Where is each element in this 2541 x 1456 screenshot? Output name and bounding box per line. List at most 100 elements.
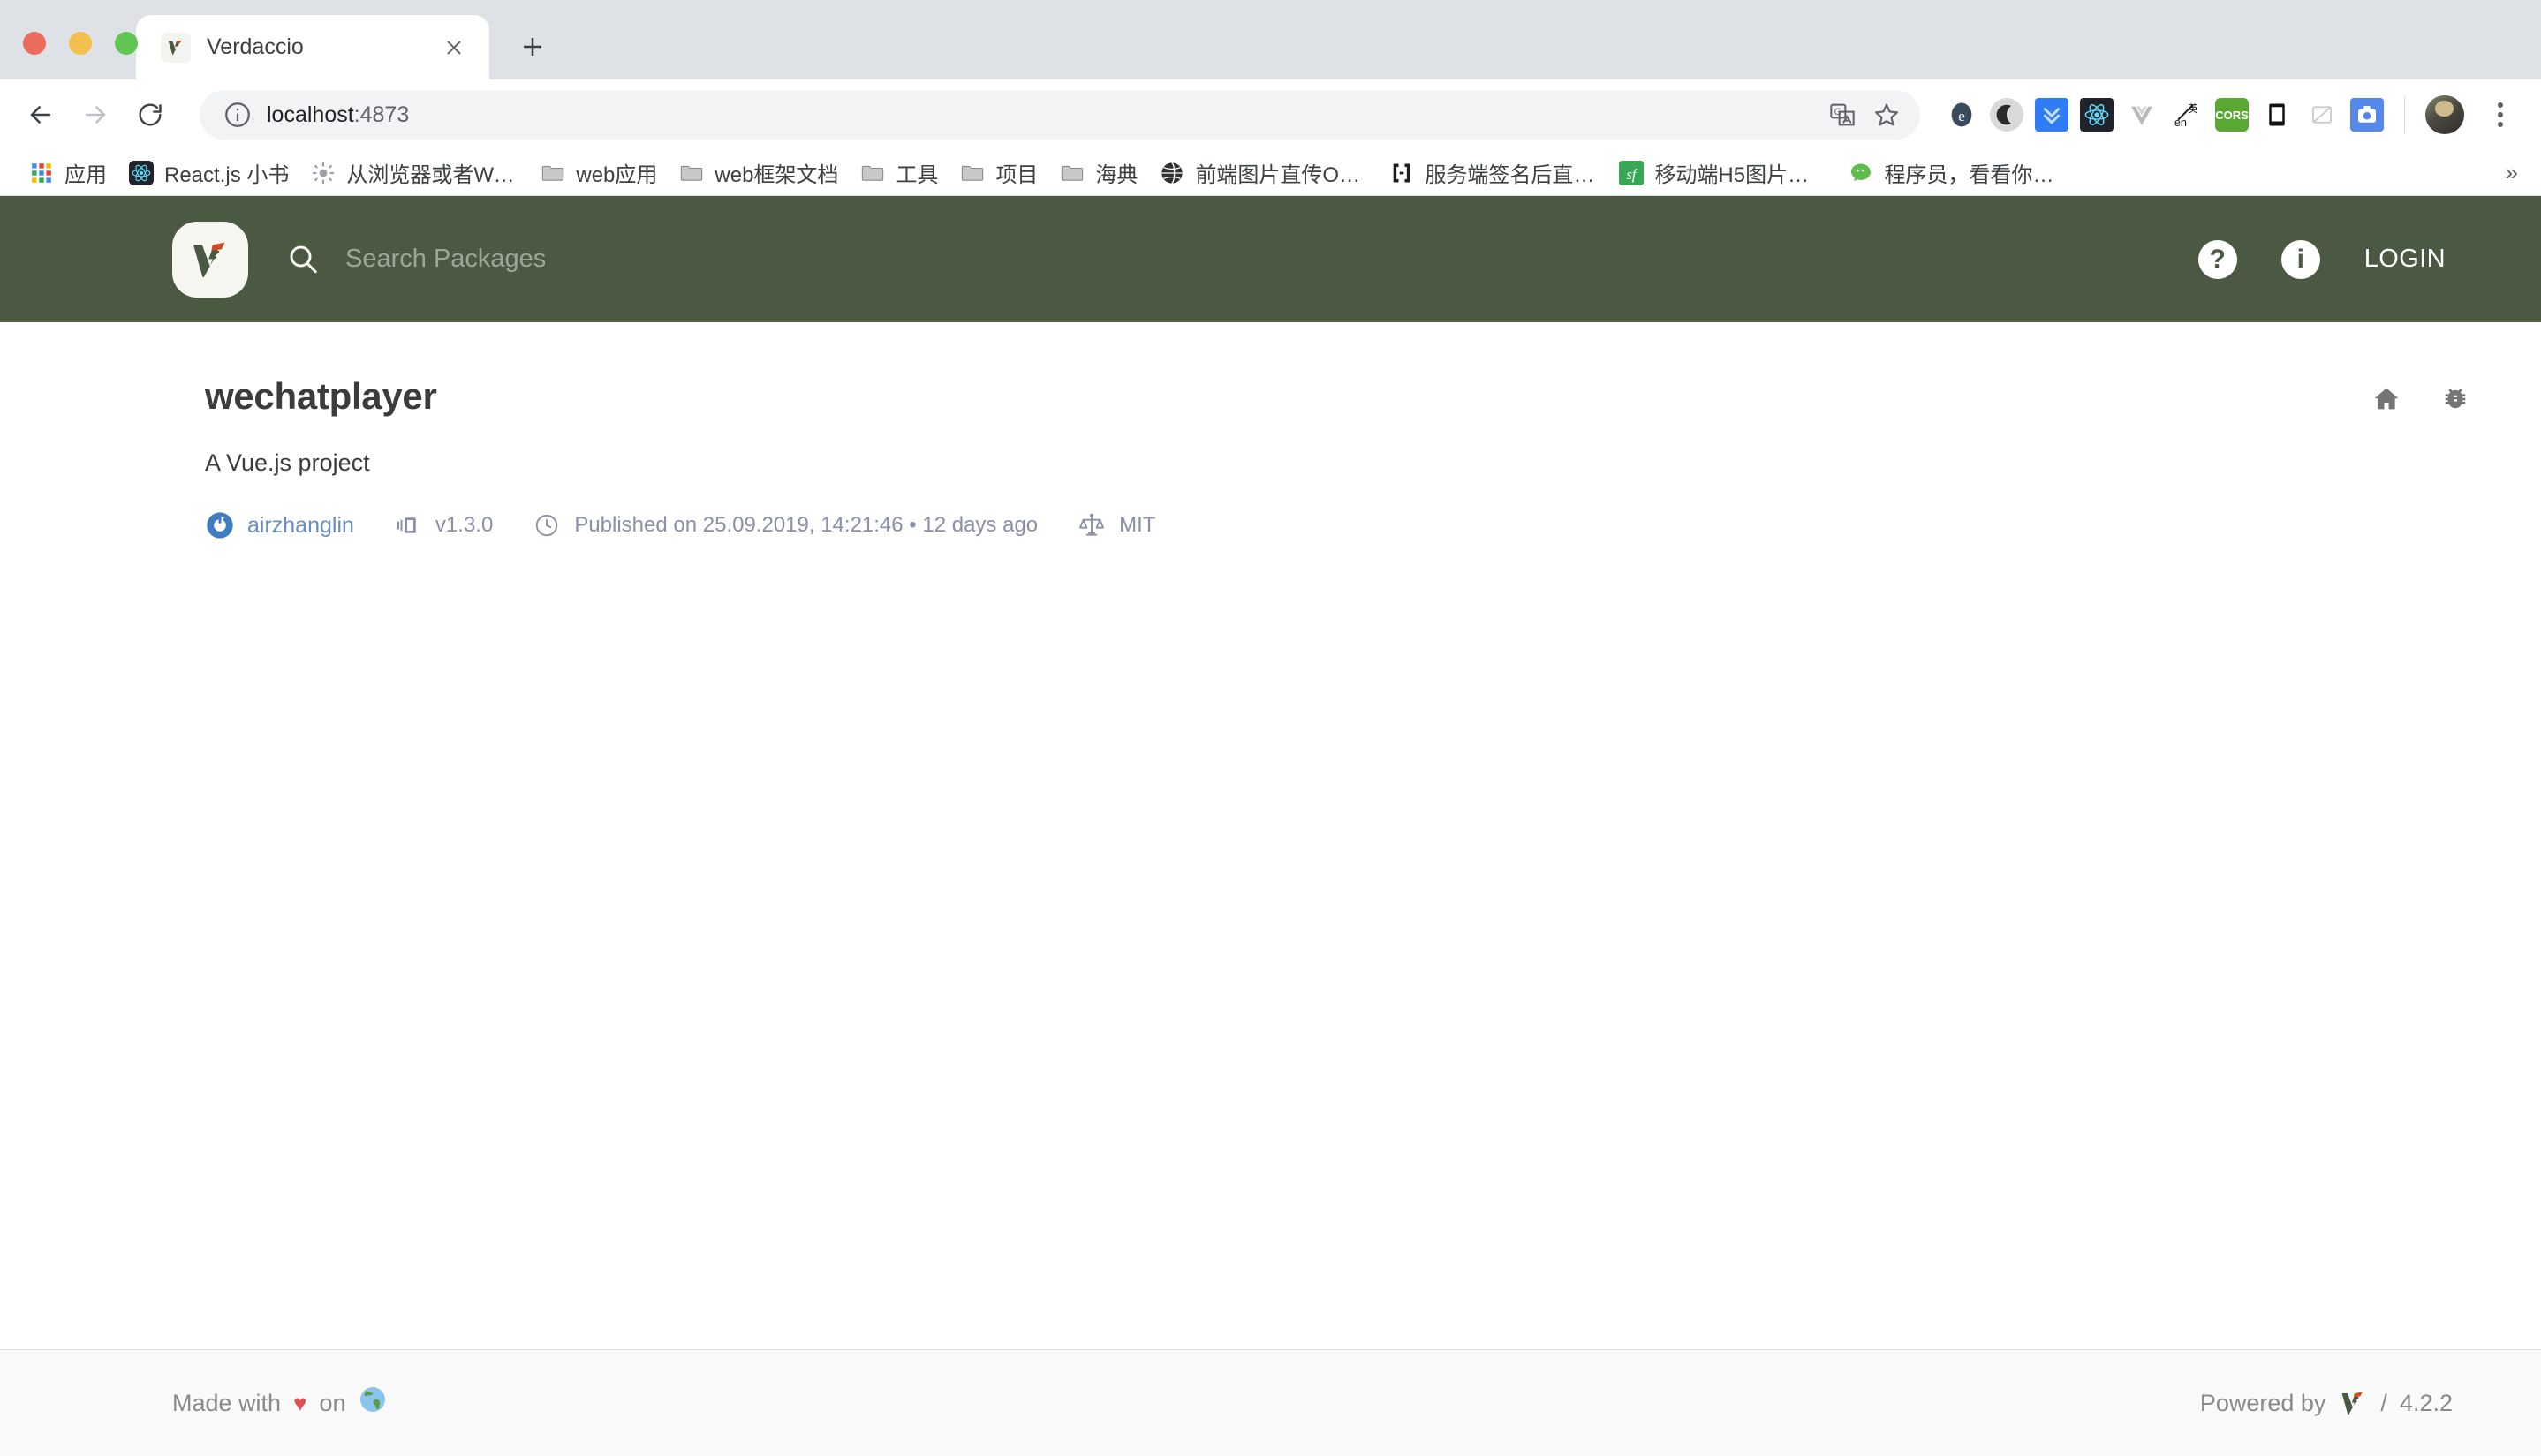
package-title: wechatplayer xyxy=(205,375,437,417)
bookmark-item-programmer[interactable]: 程序员，看看你的... xyxy=(1837,152,2067,193)
browser-toolbar: localhost:4873 G e 英 en CORS xyxy=(0,79,2541,150)
code-icon xyxy=(1388,160,1415,186)
search-input[interactable] xyxy=(345,245,2198,274)
footer-powered-by: Powered by / 4.2.2 xyxy=(2200,1388,2453,1418)
sun-icon xyxy=(310,160,337,186)
meta-version: v1.3.0 xyxy=(393,510,493,540)
apps-grid-icon xyxy=(28,160,55,186)
help-icon[interactable]: ? xyxy=(2197,239,2237,279)
bookmark-item-tools[interactable]: 工具 xyxy=(849,152,949,193)
powered-by-text: Powered by xyxy=(2199,1389,2326,1416)
meta-license: MIT xyxy=(1077,510,1155,540)
page-content: ? i LOGIN wechatplayer A Vue.js project xyxy=(0,196,2541,1456)
tab-close-icon[interactable] xyxy=(438,32,470,64)
back-button[interactable] xyxy=(16,90,65,140)
verdaccio-logo-icon xyxy=(2338,1388,2368,1418)
version-text: v1.3.0 xyxy=(435,513,494,537)
translate-icon[interactable]: G xyxy=(1826,99,1858,131)
wechat-icon xyxy=(1848,160,1874,186)
meta-published: Published on 25.09.2019, 14:21:46 • 12 d… xyxy=(532,510,1038,540)
app-header: ? i LOGIN xyxy=(0,196,2541,322)
folder-icon xyxy=(959,160,986,186)
url-host: localhost xyxy=(267,102,354,127)
bookmark-item-h5-image-upload[interactable]: sf 移动端H5图片上传... xyxy=(1607,152,1837,193)
screenshot-disabled-extension-icon[interactable] xyxy=(2305,98,2339,132)
profile-avatar[interactable] xyxy=(2425,95,2464,134)
reload-button[interactable] xyxy=(125,90,175,140)
globe-icon xyxy=(1159,160,1185,186)
forward-button[interactable] xyxy=(71,90,120,140)
published-text: Published on 25.09.2019, 14:21:46 • 12 d… xyxy=(574,513,1039,537)
camera-capture-extension-icon[interactable] xyxy=(2350,98,2384,132)
header-actions: ? i LOGIN xyxy=(2197,239,2506,279)
info-icon[interactable]: i xyxy=(2280,239,2320,279)
bookmark-item-haidian[interactable]: 海典 xyxy=(1048,152,1148,193)
browser-window: Verdaccio localhost:4873 G e 英 en CORS 应… xyxy=(0,0,2541,1456)
bookmark-label: 移动端H5图片上传... xyxy=(1654,163,1827,187)
folder-icon xyxy=(859,160,886,186)
bookmarks-overflow-button[interactable]: » xyxy=(2497,159,2527,186)
bookmark-item-browser-web[interactable]: 从浏览器或者Web... xyxy=(299,152,529,193)
cors-extension-icon[interactable]: CORS xyxy=(2215,98,2249,132)
window-traffic-lights xyxy=(23,32,138,55)
login-button[interactable]: LOGIN xyxy=(2364,245,2446,274)
mobile-view-extension-icon[interactable] xyxy=(2260,98,2294,132)
toolbar-divider xyxy=(2404,96,2405,133)
bookmark-item-projects[interactable]: 项目 xyxy=(949,152,1048,193)
sf-icon: sf xyxy=(1618,160,1645,186)
bookmark-label: 应用 xyxy=(64,163,107,187)
evernote-extension-icon[interactable]: e xyxy=(1945,98,1978,132)
globe-icon xyxy=(359,1385,387,1421)
bug-icon[interactable] xyxy=(2440,384,2470,414)
window-maximize-button[interactable] xyxy=(115,32,138,55)
bookmark-item-web-framework-docs[interactable]: web框架文档 xyxy=(668,152,849,193)
folder-icon xyxy=(678,160,705,186)
bookmark-label: 工具 xyxy=(896,163,939,187)
bookmark-star-icon[interactable] xyxy=(1871,99,1902,131)
package-metadata: airzhanglin v1.3.0 Published on 25.09.20… xyxy=(205,510,2371,540)
bookmark-label: 程序员，看看你的... xyxy=(1884,163,2057,187)
dark-reader-extension-icon[interactable] xyxy=(1990,98,2023,132)
package-detail: wechatplayer A Vue.js project airzhangli… xyxy=(0,375,2541,540)
verdaccio-logo-icon[interactable] xyxy=(172,221,248,298)
search-container xyxy=(285,241,2198,278)
browser-tab[interactable]: Verdaccio xyxy=(136,15,489,79)
bookmark-item-web-apps[interactable]: web应用 xyxy=(529,152,668,193)
author-avatar-icon xyxy=(205,510,235,540)
address-bar[interactable]: localhost:4873 G xyxy=(200,90,1920,140)
bookmark-label: 从浏览器或者Web... xyxy=(346,163,519,187)
bookmark-item-oss-upload[interactable]: 前端图片直传OSS... xyxy=(1148,152,1378,193)
version-separator: / xyxy=(2380,1389,2387,1416)
bookmark-label: 前端图片直传OSS... xyxy=(1195,163,1368,187)
bookmarks-bar: 应用 React.js 小书 从浏览器或者Web... web应用 web框架文… xyxy=(0,150,2541,196)
vue-devtools-extension-icon[interactable] xyxy=(2125,98,2159,132)
bookmark-label: 海典 xyxy=(1095,163,1138,187)
window-minimize-button[interactable] xyxy=(69,32,92,55)
kebab-menu-icon[interactable] xyxy=(2481,95,2520,134)
bookmark-item-server-signed-upload[interactable]: 服务端签名后直传_... xyxy=(1378,152,1607,193)
react-icon xyxy=(128,160,155,186)
url-text: localhost:4873 xyxy=(267,102,409,128)
translate-en-extension-icon[interactable]: 英 en xyxy=(2170,98,2204,132)
tab-title: Verdaccio xyxy=(207,34,304,59)
home-icon[interactable] xyxy=(2371,384,2401,414)
omnibox-actions: G xyxy=(1826,99,1908,131)
bookmark-label: React.js 小书 xyxy=(164,163,290,187)
site-info-icon[interactable] xyxy=(223,100,253,130)
bookmark-item-react-book[interactable]: React.js 小书 xyxy=(117,152,299,193)
downloader-extension-icon[interactable] xyxy=(2035,98,2068,132)
bookmark-label: web应用 xyxy=(576,163,658,187)
new-tab-button[interactable] xyxy=(509,23,556,71)
author-name: airzhanglin xyxy=(247,512,354,538)
svg-text:e: e xyxy=(1958,108,1965,124)
package-description: A Vue.js project xyxy=(205,449,370,476)
window-close-button[interactable] xyxy=(23,32,46,55)
heart-icon: ♥ xyxy=(293,1389,307,1416)
react-devtools-extension-icon[interactable] xyxy=(2080,98,2114,132)
app-version: 4.2.2 xyxy=(2399,1389,2453,1416)
folder-icon xyxy=(540,160,566,186)
extensions-bar: e 英 en CORS xyxy=(1936,95,2520,134)
meta-author[interactable]: airzhanglin xyxy=(205,510,354,540)
bookmark-item-apps[interactable]: 应用 xyxy=(18,152,117,193)
search-icon xyxy=(285,241,322,278)
